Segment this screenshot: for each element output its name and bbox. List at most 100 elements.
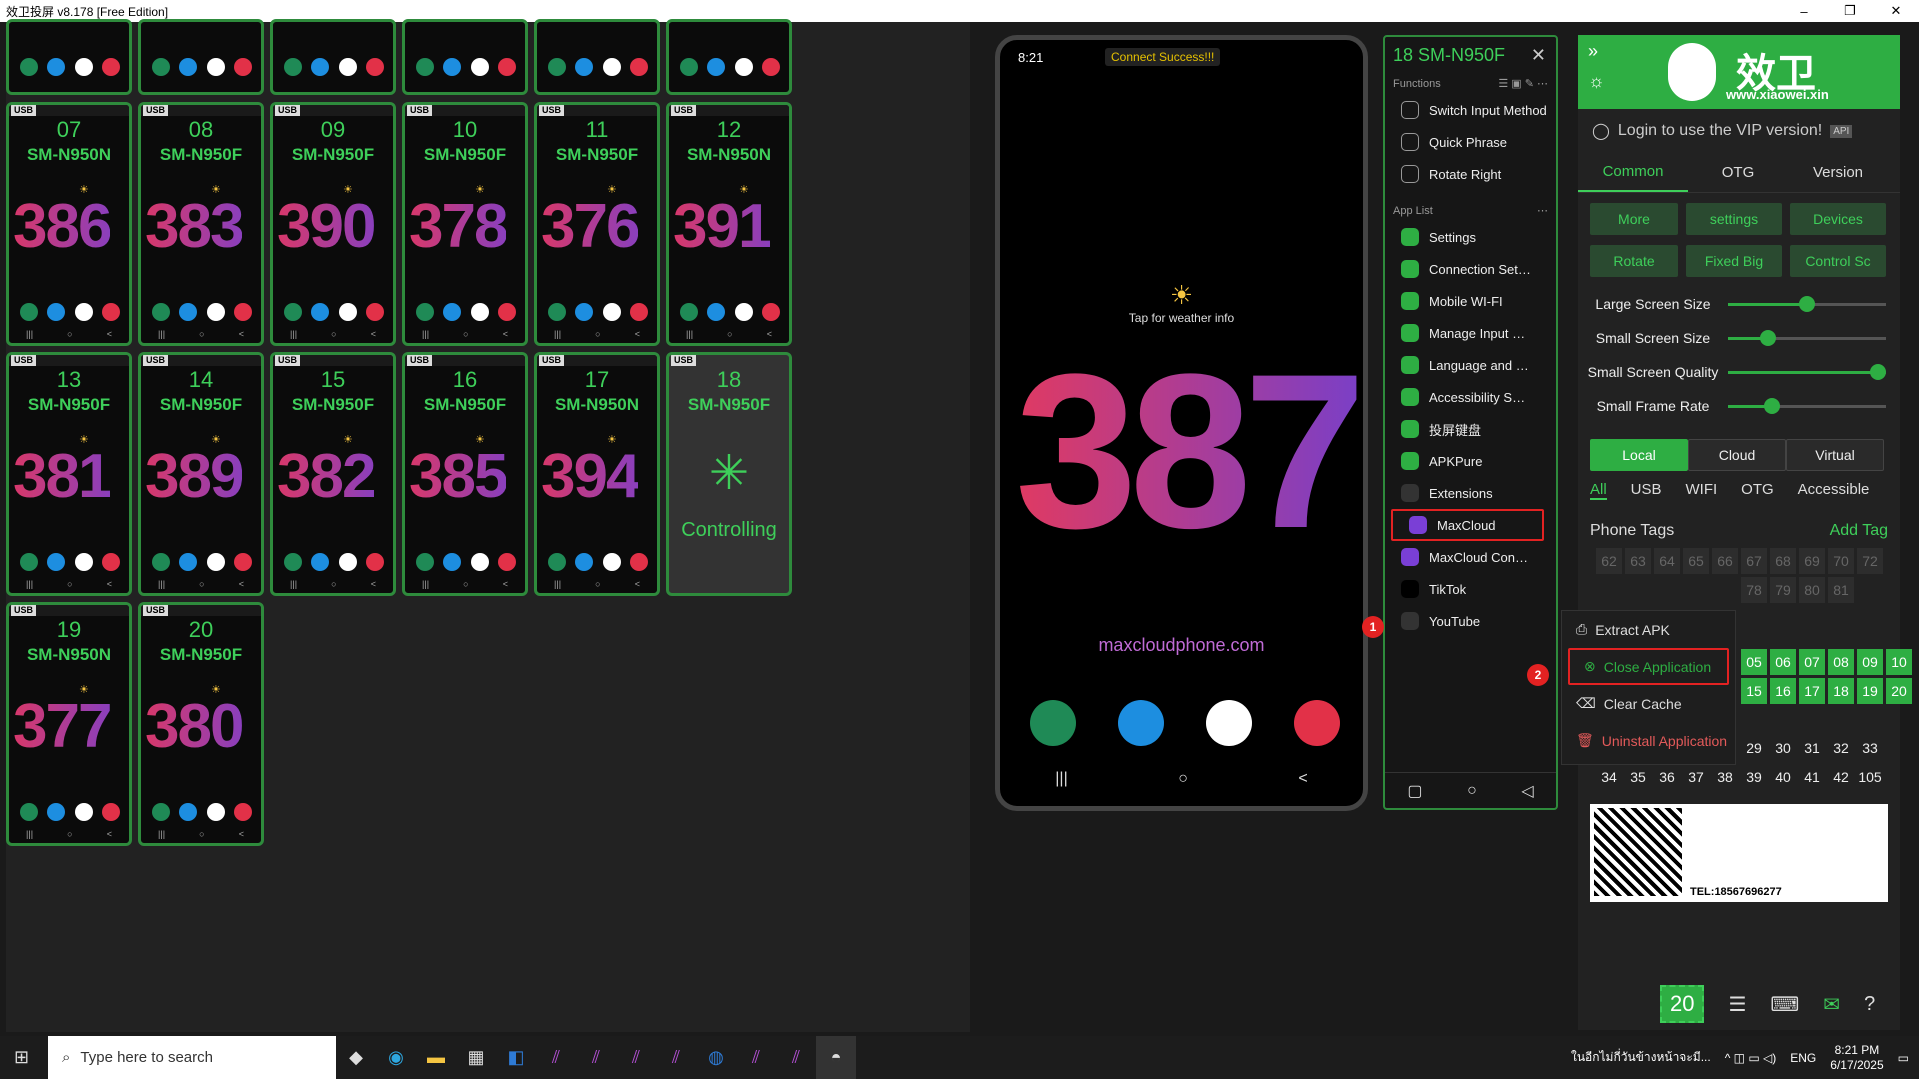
tag-chip[interactable]: 67 <box>1741 548 1767 574</box>
phone-tags-label[interactable]: Phone Tags <box>1590 522 1674 540</box>
device-tile[interactable]: USB 14 SM-N950F ☀ 389 ||| ○ < <box>138 352 264 596</box>
tag-chip[interactable]: 37 <box>1683 764 1709 790</box>
app-list-item[interactable]: Language and … <box>1385 349 1556 381</box>
device-tile[interactable] <box>138 19 264 95</box>
slider-knob[interactable] <box>1870 363 1887 380</box>
square-nav-icon[interactable]: ▢ <box>1407 781 1422 801</box>
filter-tab[interactable]: All <box>1590 481 1607 500</box>
device-tile[interactable] <box>402 19 528 95</box>
phone-screen[interactable]: 8:21 Connect Success!!! ☀ Tap for weathe… <box>995 35 1368 811</box>
maxcloud-task-icon[interactable]: ⫽ <box>776 1036 816 1079</box>
tag-chip[interactable]: 29 <box>1741 735 1767 761</box>
taskbar-search[interactable]: ⌕ Type here to search <box>48 1036 336 1079</box>
wechat-icon[interactable]: ✉ <box>1823 992 1840 1017</box>
tag-chip[interactable]: 78 <box>1741 577 1767 603</box>
fixed-big-toggle[interactable]: Fixed Big <box>1686 245 1782 277</box>
tag-chip[interactable]: 65 <box>1683 548 1709 574</box>
function-item[interactable]: Switch Input Method <box>1385 94 1556 126</box>
tag-chip[interactable]: 09 <box>1857 649 1883 675</box>
tag-chip[interactable]: 32 <box>1828 735 1854 761</box>
slider-track[interactable] <box>1728 397 1886 414</box>
maxcloud-task-icon[interactable]: ⫽ <box>576 1036 616 1079</box>
tag-chip[interactable]: 63 <box>1625 548 1651 574</box>
device-tile[interactable]: USB 12 SM-N950N ☀ 391 ||| ○ < <box>666 102 792 346</box>
tab-version[interactable]: Version <box>1788 164 1888 181</box>
filter-tab[interactable]: OTG <box>1741 481 1774 500</box>
slider-knob[interactable] <box>1764 397 1781 414</box>
more-icon[interactable]: ⋯ <box>1537 204 1548 217</box>
mode-virtual[interactable]: Virtual <box>1786 439 1884 471</box>
taskbar-app-icon[interactable]: ◆ <box>336 1036 376 1079</box>
more-button[interactable]: More <box>1590 203 1678 235</box>
tag-chip[interactable]: 70 <box>1828 548 1854 574</box>
app-list-item[interactable]: Connection Set… <box>1385 253 1556 285</box>
device-tile[interactable]: USB 09 SM-N950F ☀ 390 ||| ○ < <box>270 102 396 346</box>
device-tile[interactable]: USB 13 SM-N950F ☀ 381 ||| ○ < <box>6 352 132 596</box>
maxcloud-task-icon[interactable]: ⫽ <box>736 1036 776 1079</box>
context-menu-item[interactable]: ⌫ Clear Cache <box>1562 685 1735 722</box>
tag-chip[interactable]: 39 <box>1741 764 1767 790</box>
xiaowei-task-icon[interactable]: ◓ <box>816 1036 856 1079</box>
tag-chip[interactable]: 06 <box>1770 649 1796 675</box>
functions-toolbar-icons[interactable]: ☰ ▣ ✎ ⋯ <box>1498 77 1548 90</box>
back-button[interactable]: < <box>1298 770 1307 788</box>
filter-tab[interactable]: USB <box>1631 481 1662 500</box>
slider-knob[interactable] <box>1799 295 1815 312</box>
windows-start-icon[interactable]: ⊞ <box>14 1047 29 1068</box>
app-list-item[interactable]: Mobile WI-FI <box>1385 285 1556 317</box>
tag-chip[interactable]: 35 <box>1625 764 1651 790</box>
function-item[interactable]: Quick Phrase <box>1385 126 1556 158</box>
tag-chip[interactable]: 66 <box>1712 548 1738 574</box>
tag-chip[interactable]: 38 <box>1712 764 1738 790</box>
device-count[interactable]: 20 <box>1660 985 1705 1023</box>
tag-chip[interactable]: 08 <box>1828 649 1854 675</box>
maxcloud-task-icon[interactable]: ⫽ <box>656 1036 696 1079</box>
tag-chip[interactable]: 15 <box>1741 678 1767 704</box>
tag-chip[interactable]: 36 <box>1654 764 1680 790</box>
tag-chip[interactable]: 07 <box>1799 649 1825 675</box>
tag-chip[interactable]: 41 <box>1799 764 1825 790</box>
device-tile[interactable] <box>270 19 396 95</box>
tag-chip[interactable]: 31 <box>1799 735 1825 761</box>
device-tile[interactable]: USB 16 SM-N950F ☀ 385 ||| ○ < <box>402 352 528 596</box>
recents-button[interactable]: ||| <box>1055 770 1067 788</box>
device-tile[interactable]: USB 20 SM-N950F ☀ 380 ||| ○ < <box>138 602 264 846</box>
app-list-item[interactable]: Manage Input … <box>1385 317 1556 349</box>
close-button[interactable]: ✕ <box>1873 0 1919 22</box>
tag-chip[interactable]: 17 <box>1799 678 1825 704</box>
filter-tab[interactable]: WIFI <box>1686 481 1718 500</box>
function-item[interactable]: Rotate Right <box>1385 158 1556 190</box>
news-ticker[interactable]: ในอีกไม่กี่วันข้างหน้าจะมี... <box>1571 1048 1711 1067</box>
context-menu-item[interactable]: 🗑 Uninstall Application <box>1562 722 1735 759</box>
expand-icon[interactable]: » <box>1588 41 1598 62</box>
app-list-item[interactable]: Settings <box>1385 221 1556 253</box>
device-tile[interactable]: USB 15 SM-N950F ☀ 382 ||| ○ < <box>270 352 396 596</box>
tag-chip[interactable]: 30 <box>1770 735 1796 761</box>
maxcloud-task-icon[interactable]: ⫽ <box>536 1036 576 1079</box>
tag-chip[interactable]: 40 <box>1770 764 1796 790</box>
clock[interactable]: 8:21 PM 6/17/2025 <box>1830 1043 1883 1073</box>
tag-chip[interactable]: 20 <box>1886 678 1912 704</box>
notification-icon[interactable]: ▭ <box>1898 1051 1909 1065</box>
sun-icon[interactable]: ☼ <box>1588 71 1605 92</box>
slider-track[interactable] <box>1728 363 1887 380</box>
tag-chip[interactable]: 34 <box>1596 764 1622 790</box>
tag-chip[interactable]: 79 <box>1770 577 1796 603</box>
context-menu-item[interactable]: ⎙ Extract APK <box>1562 611 1735 648</box>
device-tile[interactable] <box>534 19 660 95</box>
app-list-item[interactable]: Accessibility S… <box>1385 381 1556 413</box>
tag-chip[interactable]: 69 <box>1799 548 1825 574</box>
tag-chip[interactable]: 05 <box>1741 649 1767 675</box>
edge-icon[interactable]: ◉ <box>376 1036 416 1079</box>
tag-chip[interactable]: 18 <box>1828 678 1854 704</box>
ad-banner[interactable]: TEL:18567696277 <box>1590 804 1888 902</box>
add-tag-button[interactable]: Add Tag <box>1830 522 1888 540</box>
tag-chip[interactable]: 80 <box>1799 577 1825 603</box>
app-list-item[interactable]: MaxCloud Con… <box>1385 541 1556 573</box>
tag-chip[interactable]: 19 <box>1857 678 1883 704</box>
device-tile[interactable]: USB 10 SM-N950F ☀ 378 ||| ○ < <box>402 102 528 346</box>
close-icon[interactable]: ✕ <box>1531 45 1546 66</box>
app-list-item[interactable]: Extensions <box>1385 477 1556 509</box>
filter-tab[interactable]: Accessible <box>1798 481 1870 500</box>
triangle-nav-icon[interactable]: ◁ <box>1521 781 1533 801</box>
